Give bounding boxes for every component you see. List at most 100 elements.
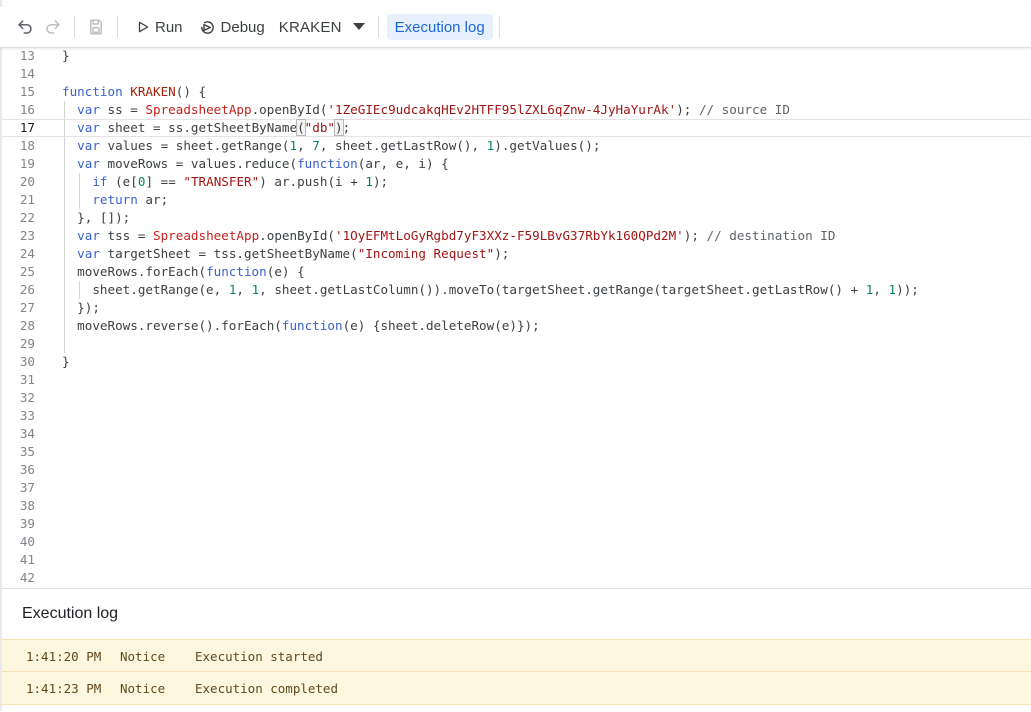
log-time: 1:41:23 PM (26, 680, 102, 696)
save-icon[interactable] (85, 16, 107, 38)
code-line[interactable]: 32 (2, 389, 1031, 407)
code-line[interactable]: 42 (2, 569, 1031, 587)
indent-guide (79, 281, 81, 299)
line-number: 26 (19, 282, 35, 297)
line-number: 18 (19, 138, 35, 153)
code-line[interactable]: 26 sheet.getRange(e, 1, 1, sheet.getLast… (2, 281, 1031, 299)
code-line[interactable]: 37 (2, 479, 1031, 497)
code-text: moveRows.reverse().forEach(function(e) {… (62, 318, 540, 333)
code-line[interactable]: 33 (2, 407, 1031, 425)
log-level: Notice (120, 648, 166, 664)
indent-guide (64, 137, 65, 155)
function-select[interactable]: KRAKEN (273, 19, 348, 36)
log-message: Execution completed (195, 680, 338, 696)
log-level: Notice (120, 680, 166, 696)
line-number: 25 (19, 264, 35, 279)
line-number: 28 (19, 318, 35, 333)
code-text: var targetSheet = tss.getSheetByName("In… (77, 246, 510, 261)
code-line[interactable]: 40 (2, 533, 1031, 551)
code-line[interactable]: 14 (2, 65, 1031, 83)
indent-guide (64, 263, 65, 281)
line-number: 30 (19, 354, 35, 369)
code-text: var tss = SpreadsheetApp.openById('1OyEF… (77, 228, 836, 243)
line-number: 24 (19, 246, 35, 261)
redo-icon[interactable] (42, 16, 64, 38)
code-text: } (62, 354, 70, 369)
code-text: return ar; (92, 192, 169, 207)
code-line[interactable]: 17 var sheet = ss.getSheetByName("db"); (2, 119, 1031, 137)
run-label: Run (155, 18, 183, 36)
line-number: 31 (19, 372, 35, 387)
code-line[interactable]: 38 (2, 497, 1031, 515)
line-number: 36 (19, 462, 35, 477)
code-editor[interactable]: 13} 14 15 function KRAKEN() {16 var ss = Sp… (2, 47, 1031, 588)
indent-guide (64, 120, 65, 136)
code-line[interactable]: 30} (2, 353, 1031, 371)
code-text: if (e[0] == "TRANSFER") ar.push(i + 1); (92, 174, 389, 189)
line-number: 34 (19, 426, 35, 441)
line-number: 38 (19, 498, 35, 513)
undo-icon[interactable] (14, 16, 36, 38)
line-number: 27 (19, 300, 35, 315)
code-line[interactable]: 36 (2, 461, 1031, 479)
indent-guide (64, 317, 65, 335)
code-line[interactable]: 21 return ar; (2, 191, 1031, 209)
line-number: 41 (19, 552, 35, 567)
toolbar-divider (377, 16, 379, 38)
log-entry: 1:41:20 PM Notice Execution started (2, 639, 1031, 672)
line-number: 40 (19, 534, 35, 549)
caret-down-icon[interactable] (348, 23, 370, 31)
code-line[interactable]: 22 }, []); (2, 209, 1031, 227)
play-icon (138, 21, 149, 33)
code-line[interactable]: 24 var targetSheet = tss.getSheetByName(… (2, 245, 1031, 263)
code-line[interactable]: 20 if (e[0] == "TRANSFER") ar.push(i + 1… (2, 173, 1031, 191)
code-line[interactable]: 25 moveRows.forEach(function(e) { (2, 263, 1031, 281)
code-text: sheet.getRange(e, 1, 1, sheet.getLastCol… (62, 282, 919, 297)
indent-guide (64, 209, 65, 227)
line-number: 32 (19, 390, 35, 405)
code-line[interactable]: 34 (2, 425, 1031, 443)
code-line[interactable]: 13} (2, 47, 1031, 65)
line-number: 15 (19, 84, 35, 99)
code-line[interactable]: 41 (2, 551, 1031, 569)
indent-guide (64, 173, 65, 191)
code-line[interactable]: 15 function KRAKEN() { (2, 83, 1031, 101)
execution-log-title: Execution log (22, 605, 119, 622)
execution-log-panel: Execution log 1:41:20 PM Notice Executio… (2, 588, 1031, 712)
execution-log-toggle[interactable]: Execution log (386, 14, 493, 40)
code-line[interactable]: 28 moveRows.reverse().forEach(function(e… (2, 317, 1031, 335)
toolbar-divider (117, 16, 118, 38)
line-number: 13 (19, 48, 35, 63)
debug-button[interactable]: Debug (191, 13, 273, 41)
code-text: } (62, 48, 70, 63)
code-line[interactable]: 27 }); (2, 299, 1031, 317)
code-line[interactable]: 39 (2, 515, 1031, 533)
line-number: 33 (19, 408, 35, 423)
log-message: Execution started (195, 648, 323, 664)
toolbar-divider (74, 16, 75, 38)
indent-guide (64, 155, 65, 173)
code-text: var ss = SpreadsheetApp.openById('1ZeGIE… (77, 102, 790, 117)
line-number: 29 (19, 336, 35, 351)
code-line[interactable]: 16 var ss = SpreadsheetApp.openById('1Ze… (2, 101, 1031, 119)
code-line[interactable]: 29 (2, 335, 1031, 353)
line-number: 39 (19, 516, 35, 531)
code-line[interactable]: 35 (2, 443, 1031, 461)
code-line[interactable]: 31 (2, 371, 1031, 389)
line-number: 35 (19, 444, 35, 459)
code-text: function KRAKEN() { (62, 84, 207, 99)
code-text: var moveRows = values.reduce(function(ar… (77, 156, 449, 171)
line-number: 14 (19, 66, 35, 81)
code-line[interactable]: 23 var tss = SpreadsheetApp.openById('1O… (2, 227, 1031, 245)
run-button[interactable]: Run (128, 13, 191, 41)
debug-label: Debug (220, 18, 265, 36)
code-line[interactable]: 18 var values = sheet.getRange(1, 7, she… (2, 137, 1031, 155)
indent-guide (64, 227, 65, 245)
line-number: 19 (19, 156, 35, 171)
indent-guide (64, 101, 65, 119)
code-line[interactable]: 19 var moveRows = values.reduce(function… (2, 155, 1031, 173)
indent-guide (64, 245, 65, 263)
code-text: moveRows.forEach(function(e) { (62, 264, 305, 279)
line-number: 23 (19, 228, 35, 243)
indent-guide (79, 173, 81, 191)
